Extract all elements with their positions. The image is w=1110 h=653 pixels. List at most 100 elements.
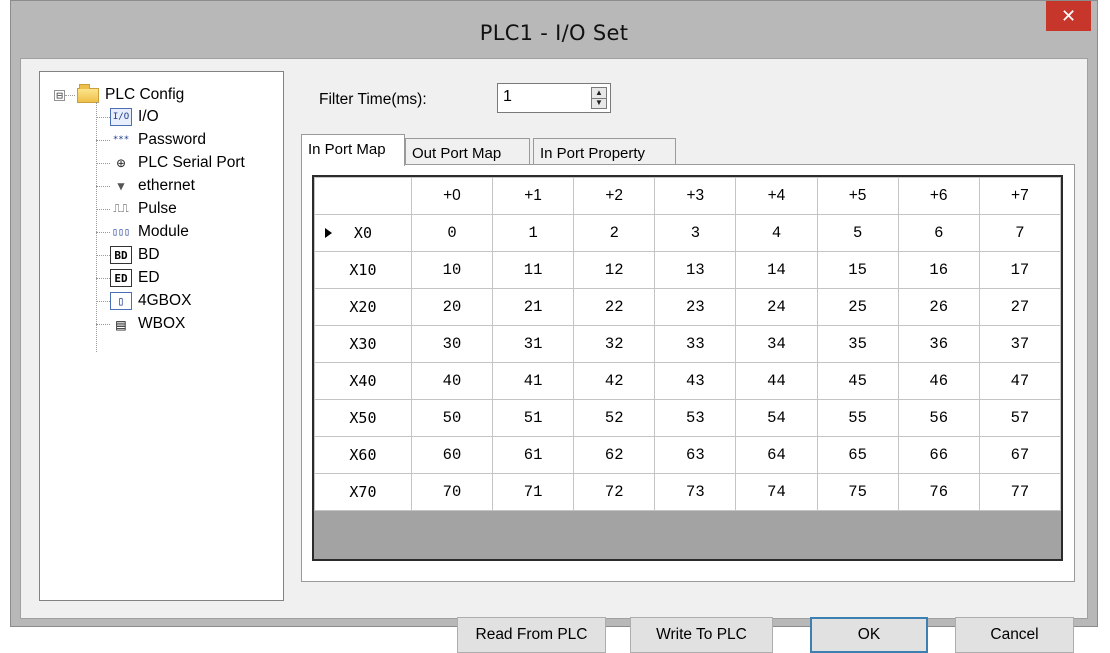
table-cell[interactable]: 15 <box>816 251 899 289</box>
close-button[interactable]: ✕ <box>1046 1 1091 31</box>
table-cell[interactable]: 11 <box>492 251 575 289</box>
row-header[interactable]: X30 <box>314 325 412 363</box>
table-cell[interactable]: 45 <box>816 362 899 400</box>
tree-item-io[interactable]: I/O I/O <box>96 106 159 128</box>
column-header[interactable]: +5 <box>816 177 899 215</box>
filter-time-spinner[interactable]: 1 ▲ ▼ <box>497 83 611 113</box>
row-header[interactable]: X60 <box>314 436 412 474</box>
table-row[interactable]: X50 50 51 52 53 54 55 56 57 <box>314 399 1062 437</box>
table-cell[interactable]: 13 <box>654 251 737 289</box>
column-header[interactable]: +2 <box>573 177 656 215</box>
table-cell[interactable]: 60 <box>410 436 494 474</box>
tree-item-wbox[interactable]: ▤ WBOX <box>96 313 185 335</box>
table-cell[interactable]: 21 <box>492 288 575 326</box>
table-cell[interactable]: 23 <box>654 288 737 326</box>
table-cell[interactable]: 4 <box>735 214 818 252</box>
table-cell[interactable]: 43 <box>654 362 737 400</box>
table-row[interactable]: X0 0 1 2 3 4 5 6 7 <box>314 214 1062 252</box>
table-cell[interactable]: 1 <box>492 214 575 252</box>
table-cell[interactable]: 14 <box>735 251 818 289</box>
table-cell[interactable]: 27 <box>978 288 1062 326</box>
table-cell[interactable]: 47 <box>978 362 1062 400</box>
read-from-plc-button[interactable]: Read From PLC <box>457 617 606 653</box>
tree-item-ethernet[interactable]: ▼ ethernet <box>96 175 195 197</box>
row-header[interactable]: X10 <box>314 251 412 289</box>
table-cell[interactable]: 40 <box>410 362 494 400</box>
table-cell[interactable]: 20 <box>410 288 494 326</box>
table-cell[interactable]: 74 <box>735 473 818 511</box>
row-header[interactable]: X50 <box>314 399 412 437</box>
table-cell[interactable]: 25 <box>816 288 899 326</box>
table-cell[interactable]: 71 <box>492 473 575 511</box>
table-cell[interactable]: 70 <box>410 473 494 511</box>
table-cell[interactable]: 53 <box>654 399 737 437</box>
table-cell[interactable]: 26 <box>897 288 980 326</box>
table-cell[interactable]: 65 <box>816 436 899 474</box>
table-cell[interactable]: 22 <box>573 288 656 326</box>
table-cell[interactable]: 6 <box>897 214 980 252</box>
table-cell[interactable]: 32 <box>573 325 656 363</box>
table-row[interactable]: X30 30 31 32 33 34 35 36 37 <box>314 325 1062 363</box>
table-cell[interactable]: 10 <box>410 251 494 289</box>
table-cell[interactable]: 31 <box>492 325 575 363</box>
table-row[interactable]: X70 70 71 72 73 74 75 76 77 <box>314 473 1062 511</box>
table-cell[interactable]: 12 <box>573 251 656 289</box>
write-to-plc-button[interactable]: Write To PLC <box>630 617 773 653</box>
tree-item-module[interactable]: ▯▯▯ Module <box>96 221 189 243</box>
table-cell[interactable]: 5 <box>816 214 899 252</box>
table-cell[interactable]: 3 <box>654 214 737 252</box>
tree-item-password[interactable]: *** Password <box>96 129 206 151</box>
column-header[interactable]: +7 <box>978 177 1062 215</box>
column-header[interactable]: +3 <box>654 177 737 215</box>
table-cell[interactable]: 64 <box>735 436 818 474</box>
table-cell[interactable]: 16 <box>897 251 980 289</box>
tab-in-port-property[interactable]: In Port Property <box>533 138 676 166</box>
table-row[interactable]: X10 10 11 12 13 14 15 16 17 <box>314 251 1062 289</box>
tab-in-port-map[interactable]: In Port Map <box>301 134 405 166</box>
table-cell[interactable]: 51 <box>492 399 575 437</box>
tree-root-plc-config[interactable]: ⊟ PLC Config <box>54 83 184 106</box>
column-header[interactable]: +0 <box>410 177 494 215</box>
table-cell[interactable]: 77 <box>978 473 1062 511</box>
table-cell[interactable]: 73 <box>654 473 737 511</box>
tree-item-4gbox[interactable]: ▯ 4GBOX <box>96 290 191 312</box>
table-cell[interactable]: 50 <box>410 399 494 437</box>
cancel-button[interactable]: Cancel <box>955 617 1074 653</box>
table-cell[interactable]: 24 <box>735 288 818 326</box>
tree-item-plc-serial-port[interactable]: ⊕ PLC Serial Port <box>96 152 245 174</box>
tree-item-bd[interactable]: BD BD <box>96 244 160 266</box>
column-header[interactable]: +1 <box>492 177 575 215</box>
table-cell[interactable]: 67 <box>978 436 1062 474</box>
row-header[interactable]: X20 <box>314 288 412 326</box>
spin-down-icon[interactable]: ▼ <box>592 98 606 108</box>
table-cell[interactable]: 62 <box>573 436 656 474</box>
table-cell[interactable]: 52 <box>573 399 656 437</box>
table-cell[interactable]: 7 <box>978 214 1062 252</box>
table-cell[interactable]: 44 <box>735 362 818 400</box>
column-header[interactable]: +6 <box>897 177 980 215</box>
table-cell[interactable]: 55 <box>816 399 899 437</box>
row-header[interactable]: X40 <box>314 362 412 400</box>
table-row[interactable]: X20 20 21 22 23 24 25 26 27 <box>314 288 1062 326</box>
row-header[interactable]: X0 <box>314 214 412 252</box>
ok-button[interactable]: OK <box>810 617 928 653</box>
table-cell[interactable]: 35 <box>816 325 899 363</box>
table-cell[interactable]: 17 <box>978 251 1062 289</box>
table-cell[interactable]: 36 <box>897 325 980 363</box>
table-row[interactable]: X60 60 61 62 63 64 65 66 67 <box>314 436 1062 474</box>
table-cell[interactable]: 72 <box>573 473 656 511</box>
table-cell[interactable]: 75 <box>816 473 899 511</box>
table-cell[interactable]: 63 <box>654 436 737 474</box>
table-cell[interactable]: 34 <box>735 325 818 363</box>
table-cell[interactable]: 37 <box>978 325 1062 363</box>
table-cell[interactable]: 46 <box>897 362 980 400</box>
column-header[interactable]: +4 <box>735 177 818 215</box>
tree-item-pulse[interactable]: ⎍⎍ Pulse <box>96 198 177 220</box>
table-cell[interactable]: 66 <box>897 436 980 474</box>
tab-out-port-map[interactable]: Out Port Map <box>405 138 530 166</box>
table-cell[interactable]: 61 <box>492 436 575 474</box>
table-cell[interactable]: 2 <box>573 214 656 252</box>
filter-time-value[interactable]: 1 <box>503 88 512 106</box>
row-header[interactable]: X70 <box>314 473 412 511</box>
table-cell[interactable]: 54 <box>735 399 818 437</box>
